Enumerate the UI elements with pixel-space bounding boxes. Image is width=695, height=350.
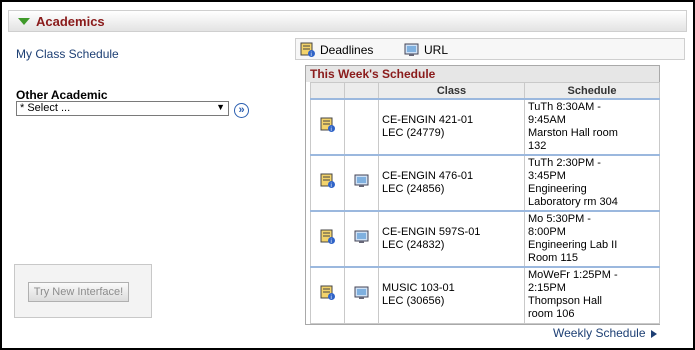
col-icon-2 — [344, 82, 379, 100]
url-icon — [404, 42, 420, 61]
url-label: URL — [424, 43, 449, 57]
try-new-interface-button[interactable]: Try New Interface! — [28, 282, 129, 302]
class-cell: CE-ENGIN 421-01 LEC (24779) — [378, 98, 525, 156]
go-button-icon[interactable]: » — [234, 103, 249, 118]
weekly-schedule-panel: This Week's Schedule Class Schedule i CE… — [305, 65, 660, 325]
url-icon[interactable] — [354, 286, 370, 304]
select-value: * Select ... — [20, 102, 71, 114]
svg-text:i: i — [311, 52, 312, 58]
deadlines-label: Deadlines — [320, 43, 374, 57]
class-cell: CE-ENGIN 476-01 LEC (24856) — [378, 154, 525, 212]
url-icon[interactable] — [354, 174, 370, 192]
deadlines-icon[interactable]: i — [320, 173, 336, 192]
table-row: i CE-ENGIN 421-01 LEC (24779) TuTh 8:30A… — [310, 98, 660, 156]
panel-title: This Week's Schedule — [306, 66, 659, 82]
schedule-toolbar: i Deadlines URL — [295, 38, 685, 60]
svg-text:i: i — [330, 183, 331, 189]
schedule-cell: MoWeFr 1:25PM - 2:15PM Thompson Hall roo… — [524, 266, 660, 324]
my-class-schedule-link[interactable]: My Class Schedule — [16, 47, 119, 61]
schedule-table: Class Schedule i CE-ENGIN 421-01 LEC (24… — [310, 82, 660, 324]
section-header[interactable]: Academics — [8, 10, 687, 32]
deadlines-icon[interactable]: i — [320, 285, 336, 304]
schedule-cell: TuTh 2:30PM - 3:45PM Engineering Laborat… — [524, 154, 660, 212]
weekly-schedule-link[interactable]: Weekly Schedule — [553, 326, 657, 340]
academics-pagelet: Academics My Class Schedule Other Academ… — [0, 0, 695, 350]
other-academic-label: Other Academic — [16, 88, 108, 102]
arrow-right-icon — [650, 329, 657, 338]
schedule-cell: Mo 5:30PM - 8:00PM Engineering Lab II Ro… — [524, 210, 660, 268]
table-row: i CE-ENGIN 476-01 LEC (24856) TuTh 2:30P… — [310, 154, 660, 212]
dropdown-arrow-icon: ▼ — [216, 102, 225, 112]
col-icon-1 — [310, 82, 345, 100]
deadlines-icon: i — [300, 42, 316, 61]
schedule-cell: TuTh 8:30AM - 9:45AM Marston Hall room 1… — [524, 98, 660, 156]
svg-text:i: i — [330, 295, 331, 301]
table-row: i MUSIC 103-01 LEC (30656) MoWeFr 1:25PM… — [310, 266, 660, 324]
deadlines-icon[interactable]: i — [320, 117, 336, 136]
table-row: i CE-ENGIN 597S-01 LEC (24832) Mo 5:30PM… — [310, 210, 660, 268]
svg-text:i: i — [330, 127, 331, 133]
col-schedule: Schedule — [524, 82, 660, 100]
class-cell: CE-ENGIN 597S-01 LEC (24832) — [378, 210, 525, 268]
weekly-schedule-label: Weekly Schedule — [553, 326, 646, 340]
section-title: Academics — [36, 14, 105, 29]
col-class: Class — [378, 82, 525, 100]
other-academic-select[interactable]: * Select ... ▼ — [16, 101, 229, 116]
url-icon[interactable] — [354, 230, 370, 248]
svg-text:i: i — [330, 239, 331, 245]
try-new-interface-box: Try New Interface! — [14, 264, 152, 318]
deadlines-icon[interactable]: i — [320, 229, 336, 248]
class-cell: MUSIC 103-01 LEC (30656) — [378, 266, 525, 324]
collapse-triangle-icon[interactable] — [18, 18, 30, 25]
